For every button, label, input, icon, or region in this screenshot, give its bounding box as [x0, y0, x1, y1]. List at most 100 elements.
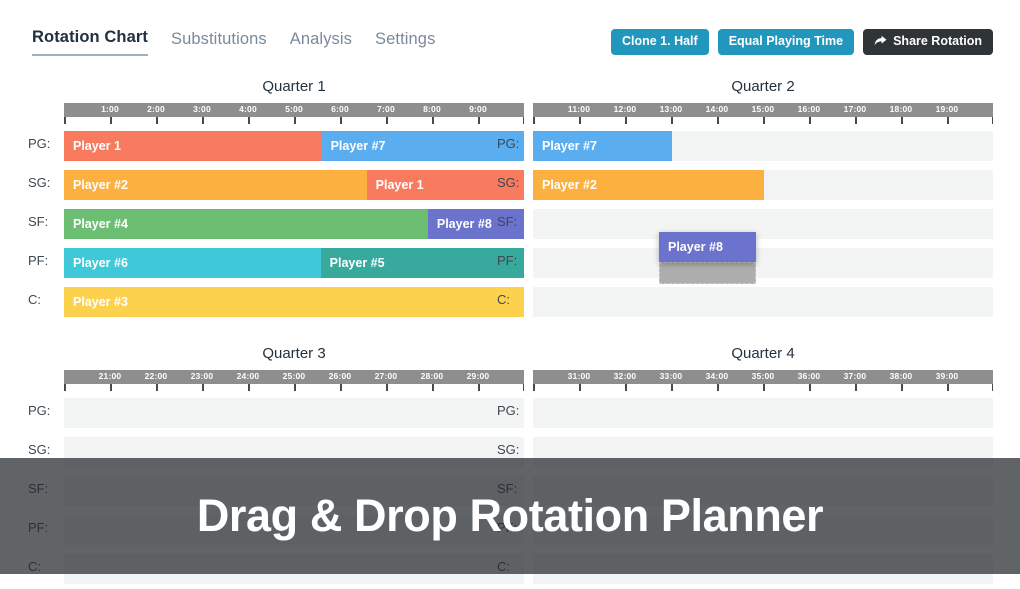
position-label: PG:: [497, 136, 520, 151]
position-label: PG:: [28, 403, 51, 418]
ruler-tick-mark: [533, 117, 535, 124]
quarter-3-title: Quarter 3: [262, 345, 326, 362]
player-block[interactable]: Player #2: [64, 170, 367, 200]
ruler-tick-label: 38:00: [889, 371, 913, 381]
ruler-tick-mark: [386, 117, 388, 124]
clone-first-half-button[interactable]: Clone 1. Half: [610, 29, 709, 55]
rotation-row: PG: Player 1 Player #7: [28, 127, 524, 166]
tab-settings[interactable]: Settings: [375, 30, 435, 56]
ruler-tick-label: 39:00: [935, 371, 959, 381]
rotation-row: C: Player #3: [28, 283, 524, 322]
ruler-tick-label: 9:00: [469, 104, 487, 114]
top-bar: Rotation Chart Substitutions Analysis Se…: [0, 0, 1020, 66]
rotation-track[interactable]: Player #6 Player #5: [64, 248, 524, 278]
player-block[interactable]: Player #4: [64, 209, 428, 239]
rotation-row: PF: Player #6 Player #5: [28, 244, 524, 283]
rotation-track[interactable]: [64, 398, 524, 428]
player-block-label: Player #7: [542, 139, 597, 153]
rotation-row: C:: [497, 283, 993, 322]
equal-playing-time-button[interactable]: Equal Playing Time: [717, 29, 855, 55]
quarter-2-rows: PG: Player #7 SG: Player #2 SF: PF: C:: [497, 127, 993, 322]
rotation-track[interactable]: Player #2 Player 1: [64, 170, 524, 200]
ruler-tick-mark: [432, 117, 434, 124]
ruler-tick-label: 14:00: [705, 104, 729, 114]
ruler-tick-label: 34:00: [705, 371, 729, 381]
ruler-tick-mark: [294, 117, 296, 124]
ruler-tick-label: 19:00: [935, 104, 959, 114]
ruler-tick-mark: [579, 117, 581, 124]
rotation-row: SG: Player #2 Player 1: [28, 166, 524, 205]
ruler-tick-label: 18:00: [889, 104, 913, 114]
rotation-track[interactable]: Player #2: [533, 170, 993, 200]
ruler-tick-mark: [579, 384, 581, 391]
ruler-tick-mark: [202, 384, 204, 391]
ruler-tick-mark: [340, 117, 342, 124]
ruler-tick-mark: [478, 384, 480, 391]
player-block[interactable]: Player 1: [64, 131, 322, 161]
rotation-track[interactable]: [533, 287, 993, 317]
player-block-label: Player #8: [436, 217, 492, 231]
dragged-player-label: Player #8: [668, 240, 723, 254]
ruler-tick-mark: [809, 384, 811, 391]
dragged-player-block[interactable]: Player #8: [659, 232, 756, 262]
ruler-tick-label: 36:00: [797, 371, 821, 381]
player-block-label: Player #2: [542, 178, 597, 192]
player-block-label: Player 1: [73, 139, 121, 153]
player-block-label: Player 1: [375, 178, 424, 192]
ruler-tick-label: 24:00: [236, 371, 260, 381]
player-block[interactable]: Player #3: [64, 287, 524, 317]
ruler-tick-label: 13:00: [659, 104, 683, 114]
player-block-label: Player #4: [73, 217, 128, 231]
ruler-tick-mark: [294, 384, 296, 391]
ruler-tick-mark: [64, 117, 66, 124]
rotation-track[interactable]: [533, 248, 993, 278]
ruler-tick-label: 28:00: [420, 371, 444, 381]
rotation-row: SF: Player #4 Player #8: [28, 205, 524, 244]
player-block[interactable]: Player #7: [321, 131, 524, 161]
tab-substitutions[interactable]: Substitutions: [171, 30, 267, 56]
player-block[interactable]: Player #2: [533, 170, 765, 200]
rotation-track[interactable]: [533, 209, 993, 239]
ruler-tick-mark: [248, 384, 250, 391]
ruler-tick-label: 23:00: [190, 371, 214, 381]
position-label: C:: [28, 292, 41, 307]
ruler-tick-label: 26:00: [328, 371, 352, 381]
rotation-track[interactable]: Player 1 Player #7: [64, 131, 524, 161]
position-label: PF:: [497, 253, 518, 268]
player-block[interactable]: Player #7: [533, 131, 672, 161]
ruler-tick-mark: [717, 384, 719, 391]
quarter-1-tickmarks: [64, 117, 524, 124]
tab-analysis[interactable]: Analysis: [290, 30, 352, 56]
share-arrow-icon: [874, 35, 887, 47]
share-rotation-button[interactable]: Share Rotation: [863, 29, 993, 55]
ruler-tick-label: 4:00: [239, 104, 257, 114]
rotation-track[interactable]: Player #3: [64, 287, 524, 317]
rotation-track[interactable]: Player #7: [533, 131, 993, 161]
ruler-tick-mark: [991, 117, 993, 124]
player-block[interactable]: Player #6: [64, 248, 321, 278]
player-block-label: Player #2: [73, 178, 128, 192]
ruler-tick-mark: [947, 117, 949, 124]
share-rotation-label: Share Rotation: [893, 34, 982, 48]
position-label: SF:: [497, 214, 518, 229]
ruler-tick-mark: [110, 384, 112, 391]
ruler-tick-label: 5:00: [285, 104, 303, 114]
rotation-track[interactable]: Player #4 Player #8: [64, 209, 524, 239]
rotation-track[interactable]: [533, 398, 993, 428]
ruler-tick-mark: [671, 384, 673, 391]
position-label: SG:: [28, 175, 51, 190]
ruler-tick-mark: [432, 384, 434, 391]
quarter-1-ruler: 1:00 2:00 3:00 4:00 5:00 6:00 7:00 8:00 9:00: [64, 103, 524, 117]
position-label: SG:: [497, 175, 520, 190]
rotation-row: PG: Player #7: [497, 127, 993, 166]
ruler-tick-mark: [809, 117, 811, 124]
rotation-row: PG:: [497, 394, 993, 433]
position-label: PF:: [28, 253, 49, 268]
ruler-tick-label: 21:00: [98, 371, 122, 381]
player-block[interactable]: Player #5: [320, 248, 524, 278]
ruler-tick-label: 12:00: [613, 104, 637, 114]
tab-rotation-chart[interactable]: Rotation Chart: [32, 28, 148, 56]
ruler-tick-mark: [533, 384, 535, 391]
ruler-tick-mark: [156, 117, 158, 124]
ruler-tick-mark: [855, 117, 857, 124]
